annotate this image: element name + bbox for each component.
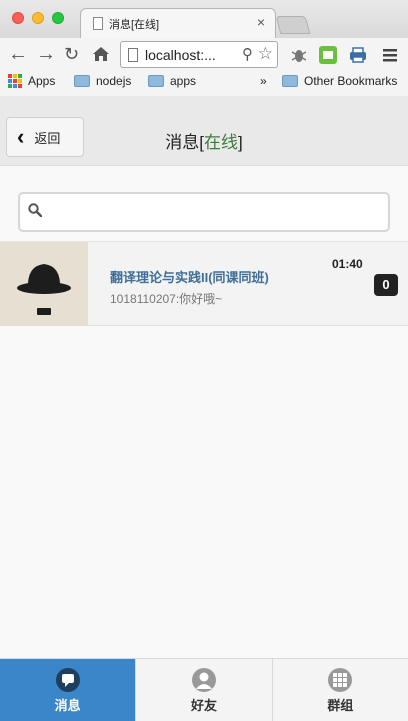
url-text: localhost:...	[145, 47, 216, 63]
search-input[interactable]	[50, 200, 380, 224]
reload-icon[interactable]: ↻	[64, 42, 79, 66]
tab-title: 消息[在线]	[109, 19, 160, 31]
tab-friends[interactable]: 好友	[135, 659, 271, 721]
browser-chrome: 消息[在线] × ← → ↻ localhost:... ⚲ ☆ Apps no…	[0, 0, 408, 96]
tab-label: 好友	[190, 698, 217, 713]
printer-icon[interactable]	[349, 46, 367, 64]
grid-icon	[328, 668, 353, 692]
app-header: ‹ 返回 消息[在线]	[0, 96, 408, 166]
bookmark-label: apps	[170, 74, 197, 88]
window-minimize-button[interactable]	[32, 12, 44, 24]
bookmarks-overflow-button[interactable]: »	[260, 74, 267, 88]
conversation-name: 翻译理论与实践II(同课同班)	[110, 270, 269, 285]
folder-icon	[148, 75, 164, 87]
person-icon	[191, 668, 216, 692]
chat-bubble-icon	[55, 668, 80, 692]
tab-label: 群组	[327, 698, 354, 713]
back-arrow-icon[interactable]: ←	[8, 42, 28, 66]
window-maximize-button[interactable]	[52, 12, 64, 24]
bookmark-nodejs[interactable]: nodejs	[74, 74, 131, 88]
bookmark-other[interactable]: Other Bookmarks	[282, 74, 397, 88]
conversation-item[interactable]: 翻译理论与实践II(同课同班) 1018110207:你好哦~ 01:40 0	[0, 242, 408, 326]
search-box[interactable]	[18, 192, 390, 232]
bookmark-apps-folder[interactable]: apps	[148, 74, 196, 88]
online-status: 在线	[204, 133, 238, 152]
app-page: ‹ 返回 消息[在线] 翻译理论与实践II(同课同班) 1018110207:你…	[0, 96, 408, 721]
window-close-button[interactable]	[12, 12, 24, 24]
menu-icon[interactable]	[381, 46, 399, 64]
bug-extension-icon[interactable]	[290, 46, 308, 64]
tab-label: 消息	[54, 698, 81, 713]
page-title-main: 消息	[165, 133, 200, 152]
search-icon	[28, 203, 42, 217]
bookmark-apps[interactable]: Apps	[8, 74, 55, 88]
browser-toolbar: ← → ↻ localhost:... ⚲ ☆	[0, 38, 408, 70]
page-title: 消息[在线]	[165, 133, 243, 152]
folder-icon	[74, 75, 90, 87]
home-icon[interactable]	[92, 42, 110, 69]
page-icon	[128, 48, 138, 62]
search-section	[0, 166, 408, 242]
conversation-time: 01:40	[332, 257, 363, 271]
print-extension-icon[interactable]	[319, 46, 337, 64]
bookmark-label: Other Bookmarks	[304, 74, 398, 88]
tab-messages[interactable]: 消息	[0, 659, 136, 721]
avatar	[0, 242, 88, 326]
bookmarks-bar: Apps nodejs apps » Other Bookmarks	[0, 70, 408, 96]
bookmark-star-icon[interactable]: ☆	[258, 44, 273, 64]
bookmark-label: Apps	[28, 74, 56, 88]
conversation-last-message: 1018110207:你好哦~	[110, 292, 223, 306]
zoom-icon[interactable]: ⚲	[242, 45, 253, 63]
tab-groups[interactable]: 群组	[271, 659, 408, 721]
forward-arrow-icon[interactable]: →	[36, 42, 56, 66]
address-bar[interactable]: localhost:... ⚲ ☆	[120, 41, 278, 68]
bottom-tab-bar: 消息 好友 群组	[0, 658, 408, 721]
folder-icon	[282, 75, 298, 87]
browser-tab[interactable]: 消息[在线] ×	[80, 8, 276, 38]
page-icon	[93, 17, 103, 30]
unread-count-badge: 0	[374, 274, 398, 296]
title-bar: 消息[在线] ×	[0, 0, 408, 38]
bookmark-label: nodejs	[96, 74, 132, 88]
tab-close-button[interactable]: ×	[257, 14, 265, 30]
apps-grid-icon	[8, 74, 22, 88]
new-tab-button[interactable]	[275, 16, 311, 34]
